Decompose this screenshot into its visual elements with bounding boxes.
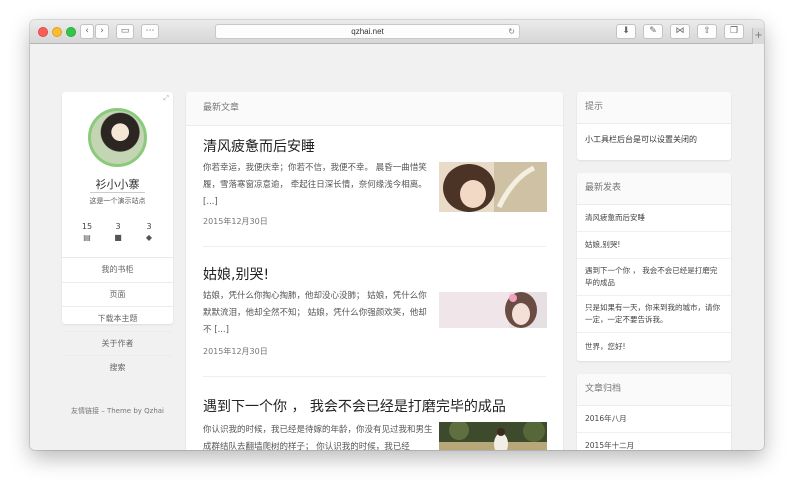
file-icon: ▤ [83, 233, 91, 242]
tabs-icon[interactable]: ❐ [724, 24, 744, 39]
archive-title: 文章归档 [577, 374, 731, 406]
reload-icon[interactable]: ↻ [508, 25, 515, 38]
post-item: 清风疲惫而后安睡 你若幸运，我便庆幸；你若不信，我便不幸。 晨昏一曲惜笑履，雪落… [203, 136, 547, 247]
recent-posts-widget: 最新发表 清风疲惫而后安睡 姑娘,别哭! 遇到下一个你 ， 我会不会已经是打磨完… [577, 173, 731, 361]
archive-link[interactable]: 2016年八月 [577, 406, 731, 433]
categories-stat[interactable]: 3 ■ [103, 222, 133, 242]
menu-item-download-theme[interactable]: 下载本主题 [62, 307, 173, 332]
archive-widget: 文章归档 2016年八月 2015年十二月 [577, 374, 731, 450]
zoom-window-button[interactable] [66, 27, 76, 37]
grid-icon[interactable]: ⋯ [141, 24, 159, 39]
menu-item-pages[interactable]: 页面 [62, 283, 173, 307]
posts-count: 15 [81, 222, 93, 231]
download-icon[interactable]: ⬇ [616, 24, 636, 39]
pen-icon[interactable]: ✎ [643, 24, 663, 39]
recent-post-link[interactable]: 世界，您好! [577, 333, 731, 361]
post-excerpt: 姑娘，凭什么你掏心掏肺，他却没心没肺； 姑娘，凭什么你默默流泪，他却全然不知； … [203, 291, 427, 335]
post-title[interactable]: 姑娘,别哭! [203, 264, 546, 284]
tags-stat[interactable]: 3 ◆ [134, 222, 164, 242]
archive-link[interactable]: 2015年十二月 [577, 433, 731, 450]
menu-item-bookshelf[interactable]: 我的书柜 [62, 258, 173, 283]
post-item: 遇到下一个你 ， 我会不会已经是打磨完毕的成品 你认识我的时候，我已经是待嫁的年… [203, 396, 547, 450]
posts-stat[interactable]: 15 ▤ [72, 222, 102, 242]
footer-links[interactable]: 友情链接 – Theme by Qzhai [60, 406, 175, 416]
back-icon[interactable]: ‹ [80, 24, 94, 39]
page-viewport: ⤢ 衫小小寨 这是一个演示站点 15 ▤ 3 ■ 3 ◆ 我的书柜 页面 下载本… [30, 44, 764, 450]
categories-count: 3 [115, 222, 121, 231]
sidebar-icon[interactable]: ▭ [116, 24, 134, 39]
post-title[interactable]: 清风疲惫而后安睡 [203, 136, 546, 156]
folder-icon: ■ [114, 233, 122, 242]
browser-toolbar: ‹ › ▭ ⋯ qzhai.net ↻ ⬇ ✎ ⋈ ⇧ ❐ + [30, 20, 764, 44]
profile-menu: 我的书柜 页面 下载本主题 关于作者 搜索 [62, 257, 173, 381]
post-thumbnail[interactable] [439, 292, 547, 328]
tip-widget-title: 提示 [577, 92, 731, 124]
latest-posts-panel: 最新文章 清风疲惫而后安睡 你若幸运，我便庆幸；你若不信，我便不幸。 晨昏一曲惜… [186, 92, 563, 450]
recent-post-link[interactable]: 只是如果有一天，你来到我的城市，请你一定，一定不要告诉我。 [577, 296, 731, 333]
forward-icon[interactable]: › [95, 24, 109, 39]
post-divider [203, 376, 546, 377]
share-icon[interactable]: ⇧ [697, 24, 717, 39]
latest-posts-heading: 最新文章 [186, 92, 563, 126]
address-bar[interactable]: qzhai.net ↻ [215, 24, 520, 39]
recent-posts-title: 最新发表 [577, 173, 731, 205]
recent-post-link[interactable]: 遇到下一个你 ， 我会不会已经是打磨完毕的成品 [577, 259, 731, 296]
site-description: 这是一个演示站点 [89, 197, 146, 205]
avatar [88, 108, 147, 167]
post-date: 2015年12月30日 [203, 217, 268, 226]
browser-window: ‹ › ▭ ⋯ qzhai.net ↻ ⬇ ✎ ⋈ ⇧ ❐ + ⤢ 衫小小寨 这… [30, 20, 764, 450]
close-window-button[interactable] [38, 27, 48, 37]
menu-item-search[interactable]: 搜索 [62, 356, 173, 381]
post-thumbnail[interactable] [439, 422, 547, 450]
post-thumbnail[interactable] [439, 162, 547, 212]
post-divider [203, 246, 546, 247]
post-date: 2015年12月30日 [203, 347, 268, 356]
menu-item-about-author[interactable]: 关于作者 [62, 332, 173, 356]
site-name[interactable]: 衫小小寨 [62, 176, 173, 192]
recent-post-link[interactable]: 姑娘,别哭! [577, 232, 731, 259]
url-text: qzhai.net [351, 27, 384, 36]
tags-icon: ◆ [145, 233, 153, 242]
post-item: 姑娘,别哭! 姑娘，凭什么你掏心掏肺，他却没心没肺； 姑娘，凭什么你默默流泪，他… [203, 264, 547, 377]
recent-post-link[interactable]: 清风疲惫而后安睡 [577, 205, 731, 232]
tip-widget: 提示 小工具栏后台是可以设置关闭的 [577, 92, 731, 160]
post-excerpt: 你若幸运，我便庆幸；你若不信，我便不幸。 晨昏一曲惜笑履，雪落寒窗凉意逾， 牵起… [203, 163, 427, 207]
post-title[interactable]: 遇到下一个你 ， 我会不会已经是打磨完毕的成品 [203, 396, 546, 416]
tip-widget-text: 小工具栏后台是可以设置关闭的 [585, 135, 697, 144]
minimize-window-button[interactable] [52, 27, 62, 37]
post-excerpt: 你认识我的时候，我已经是待嫁的年龄，你没有见过我和男生成群结队去翻墙爬树的样子；… [203, 425, 433, 450]
profile-card: ⤢ 衫小小寨 这是一个演示站点 15 ▤ 3 ■ 3 ◆ 我的书柜 页面 下载本… [62, 92, 173, 372]
reader-icon[interactable]: ⋈ [670, 24, 690, 39]
new-tab-button[interactable]: + [752, 28, 764, 44]
tags-count: 3 [146, 222, 152, 231]
expand-icon[interactable]: ⤢ [163, 94, 169, 103]
divider [90, 192, 145, 193]
